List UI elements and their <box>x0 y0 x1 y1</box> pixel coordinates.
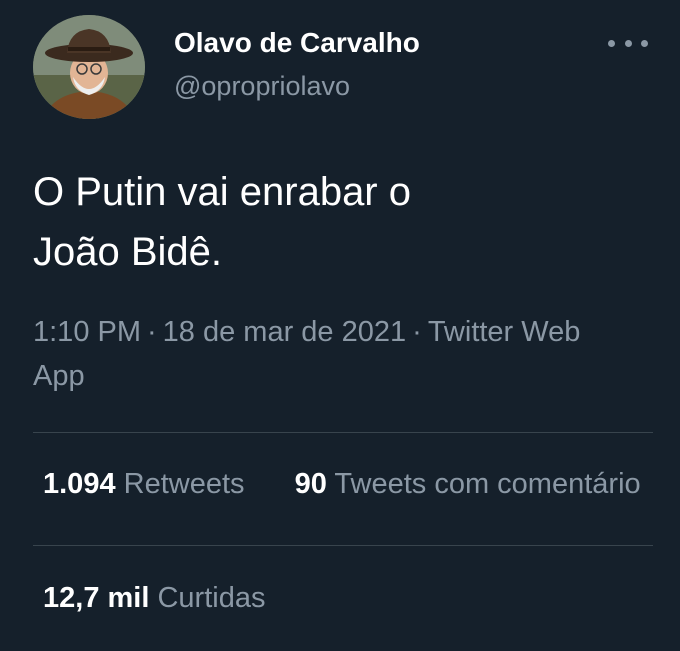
likes-row: 12,7 mil Curtidas <box>43 582 307 615</box>
tweet-text-line: O Putin vai enrabar o <box>33 170 411 214</box>
likes-label: Curtidas <box>157 582 266 614</box>
tweet-text: O Putin vai enrabar o João Bidê. <box>33 162 653 282</box>
stats-row: 1.094 Retweets 90 Tweets com comentário <box>43 468 680 501</box>
meta-separator: · <box>412 316 422 348</box>
likes-count: 12,7 mil <box>43 582 150 614</box>
tweet-date[interactable]: 18 de mar de 2021 <box>163 316 406 348</box>
more-dot <box>624 39 632 47</box>
more-dot <box>641 39 648 47</box>
more-options-icon[interactable] <box>608 28 648 58</box>
meta-separator: · <box>147 316 157 348</box>
avatar[interactable] <box>33 15 145 119</box>
quotes-count: 90 <box>294 468 327 500</box>
retweets-stat[interactable]: 1.094 Retweets <box>43 468 245 501</box>
retweets-count: 1.094 <box>43 468 116 500</box>
tweet-text-line: João Bidê. <box>33 230 223 274</box>
author-display-name[interactable]: Olavo de Carvalho <box>174 27 420 59</box>
tweet-meta: 1:10 PM · 18 de mar de 2021 · Twitter Web Ap… <box>33 310 633 398</box>
tweet-time[interactable]: 1:10 PM <box>33 316 141 348</box>
divider <box>33 545 653 546</box>
divider <box>33 432 653 433</box>
more-dot <box>608 39 615 47</box>
likes-stat[interactable]: 12,7 mil Curtidas <box>43 582 265 615</box>
quotes-label: Tweets com comentário <box>334 468 641 500</box>
author-handle[interactable]: @opropriolavo <box>174 71 350 102</box>
retweets-label: Retweets <box>123 468 245 500</box>
quotes-stat[interactable]: 90 Tweets com comentário <box>295 468 641 501</box>
